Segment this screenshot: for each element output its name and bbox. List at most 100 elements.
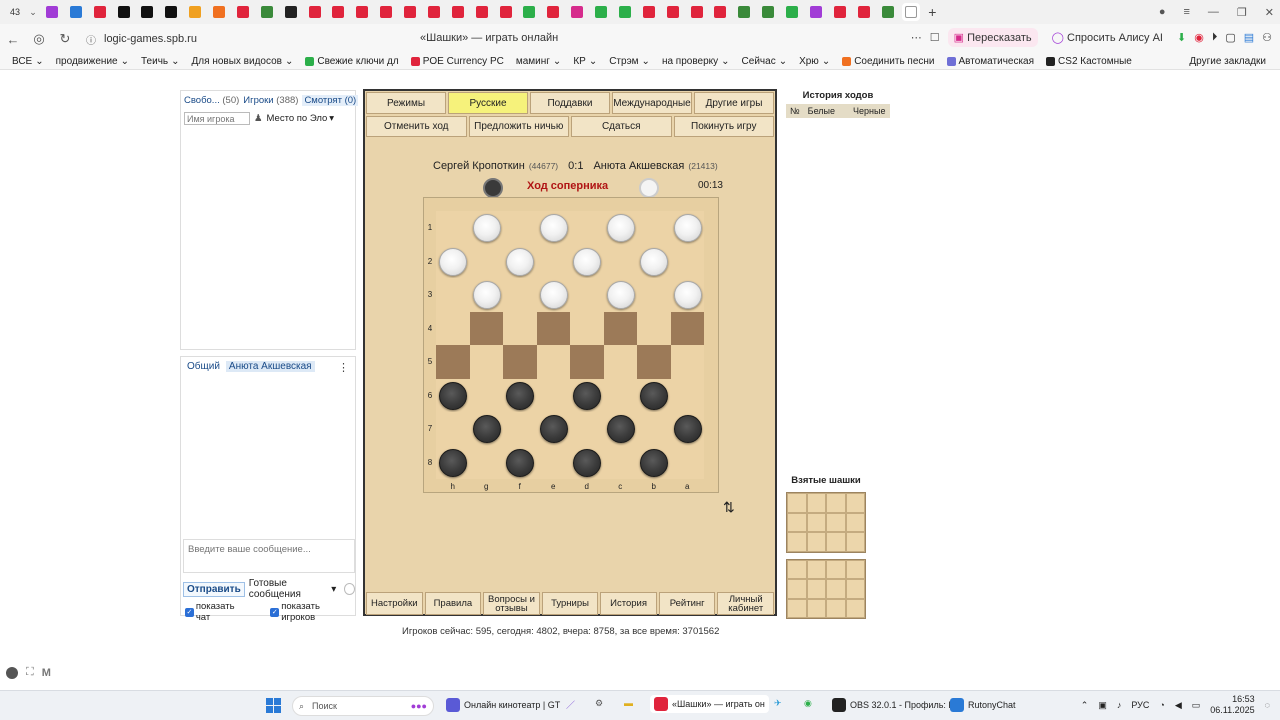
board-square[interactable] <box>436 445 470 479</box>
bottom-nav-item[interactable]: Настройки <box>366 592 423 615</box>
media-icon[interactable]: ⏵ <box>1212 31 1218 44</box>
browser-tab[interactable] <box>879 3 897 21</box>
browser-tab[interactable] <box>329 3 347 21</box>
board-square[interactable] <box>570 412 604 446</box>
white-checker[interactable] <box>606 214 635 242</box>
black-checker[interactable] <box>506 381 534 410</box>
board-square[interactable] <box>603 311 637 345</box>
board-square[interactable] <box>503 378 537 412</box>
board-square[interactable] <box>570 378 604 412</box>
show-chat-checkbox[interactable]: ✓ показать чат <box>185 601 250 623</box>
bookmark-item[interactable]: Стрэм ⌄ <box>609 56 650 67</box>
browser-tab[interactable] <box>138 3 156 21</box>
board-square[interactable] <box>603 378 637 412</box>
extension-icon[interactable]: ◉ <box>1194 31 1204 44</box>
battery-icon[interactable]: ▭ <box>1192 700 1201 711</box>
bottom-nav-item[interactable]: Правила <box>424 592 482 615</box>
sidebar-icon[interactable]: ▤ <box>1244 31 1254 44</box>
browser-tab[interactable] <box>115 3 133 21</box>
taskbar-item-rutony[interactable]: RutonyChat <box>950 698 1016 712</box>
send-button[interactable]: Отправить <box>183 581 245 597</box>
record-icon[interactable] <box>6 666 18 679</box>
black-checker[interactable] <box>439 448 467 477</box>
bottom-nav-item[interactable]: Вопросы и отзывы <box>483 592 540 615</box>
board-square[interactable] <box>469 311 503 345</box>
wifi-icon[interactable]: ◔ <box>1159 700 1164 710</box>
bookmark-item[interactable]: Хрю ⌄ <box>799 56 830 67</box>
white-checker[interactable] <box>573 247 601 276</box>
tab-mode[interactable]: Другие игры <box>694 92 774 114</box>
bottom-nav-item[interactable]: Рейтинг <box>658 592 716 615</box>
minimize-icon[interactable]: — <box>1208 6 1219 18</box>
board-square[interactable] <box>536 445 570 479</box>
account-icon[interactable]: ⚇ <box>1262 31 1272 44</box>
white-checker[interactable] <box>673 281 702 309</box>
language-indicator[interactable]: РУС <box>1131 700 1149 710</box>
bookmark-item[interactable]: Свежие ключи дл <box>305 56 399 67</box>
collections-icon[interactable]: ▢ <box>1225 31 1235 44</box>
ready-messages-select[interactable]: Готовые сообщения ▾ <box>249 578 337 600</box>
tab-players[interactable]: Игроки (388) <box>243 95 298 106</box>
browser-tab[interactable] <box>640 3 658 21</box>
filter-icon[interactable]: ♟ <box>254 113 263 124</box>
taskbar-item-cinema[interactable]: Онлайн кинотеатр | GT <box>446 698 560 712</box>
board-square[interactable] <box>670 211 704 245</box>
white-checker[interactable] <box>472 214 501 242</box>
browser-tab[interactable] <box>688 3 706 21</box>
game-action-button[interactable]: Отменить ход <box>366 116 467 137</box>
taskbar-item-obs[interactable]: OBS 32.0.1 - Профиль: F <box>832 698 954 712</box>
notifications-icon[interactable]: ◌ <box>1265 700 1270 710</box>
browser-tab[interactable] <box>258 3 276 21</box>
board-square[interactable] <box>570 311 604 345</box>
board-square[interactable] <box>570 211 604 245</box>
board-square[interactable] <box>536 244 570 278</box>
m-icon[interactable]: M <box>42 667 51 679</box>
bottom-nav-item[interactable]: Личный кабинет <box>717 592 775 615</box>
browser-tab[interactable] <box>544 3 562 21</box>
board-square[interactable] <box>603 244 637 278</box>
board-square[interactable] <box>503 311 537 345</box>
browser-tab[interactable] <box>234 3 252 21</box>
board-square[interactable] <box>637 412 671 446</box>
bookmark-item[interactable]: продвижение ⌄ <box>56 56 129 67</box>
black-checker[interactable] <box>573 381 601 410</box>
board-square[interactable] <box>637 378 671 412</box>
black-checker[interactable] <box>640 381 668 410</box>
board-square[interactable] <box>670 445 704 479</box>
browser-tab[interactable] <box>568 3 586 21</box>
volume-icon[interactable]: ◀ <box>1175 700 1182 711</box>
more-icon[interactable]: ⋯ <box>911 31 922 44</box>
white-checker[interactable] <box>472 281 501 309</box>
board-square[interactable] <box>469 244 503 278</box>
board-square[interactable] <box>570 244 604 278</box>
menu-icon[interactable]: ≡ <box>1183 6 1189 18</box>
bookmark-item[interactable]: CS2 Кастомные <box>1046 56 1132 67</box>
black-checker[interactable] <box>539 415 568 443</box>
board-square[interactable] <box>536 378 570 412</box>
browser-tab[interactable] <box>616 3 634 21</box>
chat-menu-icon[interactable]: ⋮ <box>338 361 349 374</box>
board-square[interactable] <box>436 378 470 412</box>
browser-tab[interactable] <box>162 3 180 21</box>
flip-board-icon[interactable]: ⇅ <box>723 499 735 516</box>
tab-mode[interactable]: Русские <box>448 92 528 114</box>
board-square[interactable] <box>637 278 671 312</box>
chevron-up-icon[interactable]: ⌃ <box>1081 700 1089 711</box>
browser-tab[interactable] <box>186 3 204 21</box>
board-square[interactable] <box>637 211 671 245</box>
board-square[interactable] <box>436 244 470 278</box>
board-square[interactable] <box>637 345 671 379</box>
mic-icon[interactable]: ♪ <box>1117 700 1122 710</box>
bookmark-item[interactable]: Для новых видосов ⌄ <box>192 56 294 67</box>
protect-icon[interactable]: ◎ <box>26 31 52 47</box>
board-square[interactable] <box>637 244 671 278</box>
pen-icon[interactable]: ／ <box>566 698 575 711</box>
board-square[interactable] <box>670 244 704 278</box>
bookmark-item[interactable]: Сейчас ⌄ <box>742 56 788 67</box>
browser-tab[interactable] <box>473 3 491 21</box>
browser-tab[interactable] <box>592 3 610 21</box>
board-square[interactable] <box>603 211 637 245</box>
tab-mode[interactable]: Режимы <box>366 92 446 114</box>
browser-tab[interactable] <box>902 3 921 21</box>
board-square[interactable] <box>469 445 503 479</box>
